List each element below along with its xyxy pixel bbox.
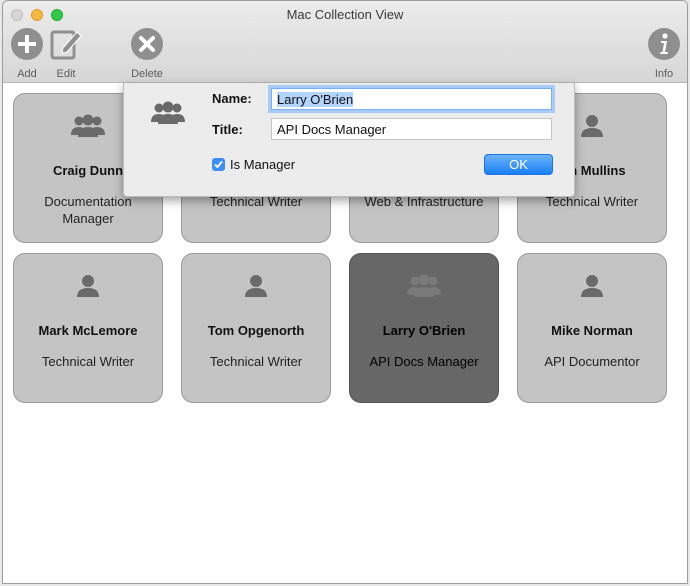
person-title: API Documentor: [544, 354, 640, 369]
info-icon: [648, 28, 680, 60]
edit-icon: [50, 30, 82, 60]
person-name: Mike Norman: [551, 323, 633, 338]
is-manager-label[interactable]: Is Manager: [230, 157, 295, 172]
edit-person-popover: Name: Larry O'Brien Title: API Docs Mana…: [123, 83, 575, 197]
person-card[interactable]: Mike Norman API Documentor: [517, 253, 667, 403]
person-icon: [77, 275, 99, 297]
person-icon: [245, 275, 267, 297]
title-value: API Docs Manager: [277, 122, 387, 137]
person-title: Technical Writer: [41, 354, 135, 369]
edit-label: Edit: [56, 68, 76, 80]
info-label: Info: [654, 68, 674, 80]
person-title: Technical Writer: [209, 354, 303, 369]
title-field[interactable]: API Docs Manager: [271, 118, 552, 140]
delete-icon: [131, 28, 163, 60]
edit-button[interactable]: Edit: [41, 27, 91, 80]
is-manager-checkbox[interactable]: [212, 158, 225, 171]
group-icon: [407, 274, 441, 297]
person-name: Mark McLemore: [38, 323, 138, 338]
person-card[interactable]: Tom Opgenorth Technical Writer: [181, 253, 331, 403]
app-window: Mac Collection View Add Edit Delete Info…: [2, 0, 688, 584]
name-label: Name:: [212, 91, 252, 106]
plus-icon: [11, 28, 43, 60]
delete-button[interactable]: Delete: [122, 27, 172, 80]
toolbar: Mac Collection View Add Edit Delete Info: [3, 1, 687, 83]
name-field[interactable]: Larry O'Brien: [271, 88, 552, 110]
ok-button[interactable]: OK: [484, 154, 553, 175]
name-value: Larry O'Brien: [277, 92, 354, 107]
person-title: Documentation Manager: [44, 194, 132, 226]
info-button[interactable]: Info: [639, 27, 687, 80]
person-name: Tom Opgenorth: [207, 323, 305, 338]
group-icon: [151, 101, 185, 124]
group-icon: [71, 114, 105, 137]
person-card-selected[interactable]: Larry O'Brien API Docs Manager: [349, 253, 499, 403]
window-title: Mac Collection View: [286, 7, 404, 22]
person-title: API Docs Manager: [369, 354, 479, 369]
person-icon: [581, 115, 603, 137]
person-name: Larry O'Brien: [382, 323, 466, 338]
delete-label: Delete: [131, 68, 163, 80]
checkmark-icon: [214, 160, 223, 169]
title-label: Title:: [212, 122, 243, 137]
person-card[interactable]: Mark McLemore Technical Writer: [13, 253, 163, 403]
person-icon: [581, 275, 603, 297]
